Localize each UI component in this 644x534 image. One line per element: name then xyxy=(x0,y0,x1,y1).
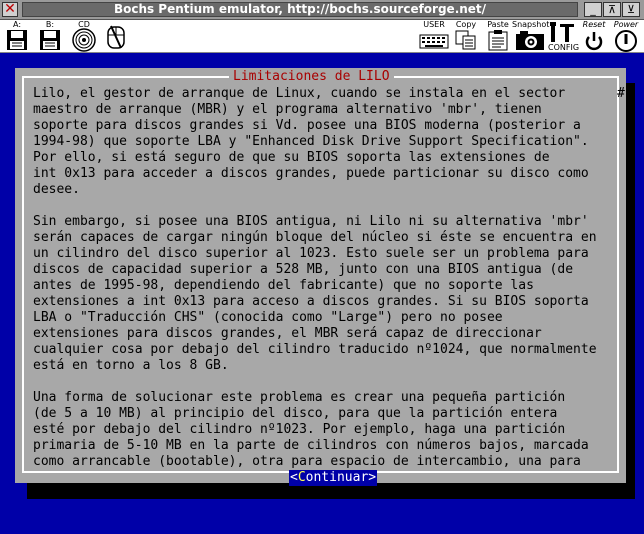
dialog-text-line xyxy=(33,198,605,214)
dialog-text-line: int 0x13 para acceder a discos grandes, … xyxy=(33,166,589,181)
camera-icon xyxy=(516,31,544,50)
copy-icon xyxy=(455,30,476,50)
dialog-text-line: desee. xyxy=(33,182,80,197)
power-button[interactable]: Power xyxy=(610,20,642,53)
keyboard-icon xyxy=(419,34,449,49)
dialog-text-line: Por ello, si está seguro de que su BIOS … xyxy=(33,150,550,165)
dialog-text-line: cualquier cosa por debajo del cilindro t… xyxy=(33,342,597,357)
dialog-text-line: primaria de 5-10 MB en la parte de cilin… xyxy=(33,438,589,453)
mouse-icon xyxy=(107,25,125,49)
dialog-text-line: antes de 1995-98, dependiendo del fabric… xyxy=(33,278,534,293)
config-button[interactable]: CONFIG xyxy=(548,20,579,53)
floppy-b-button[interactable]: B: xyxy=(36,20,64,53)
user-button[interactable]: USER xyxy=(418,20,450,53)
copy-button[interactable]: Copy xyxy=(452,20,480,53)
dialog-text-line: está en torno a los 8 GB. xyxy=(33,358,229,373)
config-icon xyxy=(550,22,574,42)
scroll-marker: # xyxy=(617,86,625,101)
dialog-shadow-right xyxy=(626,83,635,498)
bochs-toolbar: A: B: CD USER Copy Paste Snapshot CONFIG… xyxy=(0,20,644,53)
snapshot-button[interactable]: Snapshot xyxy=(512,20,549,53)
cdrom-icon xyxy=(72,28,96,52)
close-icon[interactable]: ✕ xyxy=(2,2,18,17)
continue-button[interactable]: <Continuar> xyxy=(289,470,378,486)
emulator-screen[interactable]: Limitaciones de LILO Lilo, el gestor de … xyxy=(0,53,644,534)
floppy-a-icon xyxy=(7,30,27,50)
dialog-text-line: Una forma de solucionar este problema es… xyxy=(33,390,566,405)
dialog-text-line: 1994-98) que soporte LBA y "Enhanced Dis… xyxy=(33,134,589,149)
dialog-text-line: (de 5 a 10 MB) al principio del disco, p… xyxy=(33,406,558,421)
dialog-title: Limitaciones de LILO xyxy=(229,69,394,85)
dialog-text: Lilo, el gestor de arranque de Linux, cu… xyxy=(33,86,605,468)
maximize-icon[interactable]: ⊼ xyxy=(603,2,621,17)
dialog-text-line: Sin embargo, si posee una BIOS antigua, … xyxy=(33,214,589,229)
window-titlebar: ✕ Bochs Pentium emulator, http://bochs.s… xyxy=(0,0,644,20)
paste-icon xyxy=(488,30,508,51)
continue-hotkey: C xyxy=(297,470,306,485)
dialog-text-line: discos de capacidad superior a 528 MB, j… xyxy=(33,262,574,277)
cdrom-button[interactable]: CD xyxy=(70,20,98,53)
floppy-b-icon xyxy=(40,30,60,50)
reset-icon xyxy=(585,32,603,51)
dialog-text-line: un cilindro del disco superior al 1023. … xyxy=(33,246,589,261)
dialog-text-line: extensiones a int 0x13 para acceso a dis… xyxy=(33,294,589,309)
dialog-text-line: extensiones para discos grandes, el MBR … xyxy=(33,326,542,341)
dialog-text-line xyxy=(33,374,605,390)
dialog-text-line: Lilo, el gestor de arranque de Linux, cu… xyxy=(33,86,566,101)
reset-button[interactable]: Reset xyxy=(580,20,608,53)
window-title: Bochs Pentium emulator, http://bochs.sou… xyxy=(113,2,487,16)
dialog-text-line: esté por debajo del cilindro nº1023. Por… xyxy=(33,422,566,437)
floppy-a-button[interactable]: A: xyxy=(3,20,31,53)
paste-button[interactable]: Paste xyxy=(484,20,512,53)
dialog-text-line: serán capaces de cargar ningún bloque de… xyxy=(33,230,597,245)
dialog-text-line: soporte para discos grandes si Vd. posee… xyxy=(33,118,581,133)
mouse-button[interactable] xyxy=(102,20,130,53)
dialog-text-line: maestro de arranque (MBR) y el programa … xyxy=(33,102,542,117)
dialog-text-line: LBA o "Traducción CHS" (conocida como "L… xyxy=(33,310,503,325)
power-icon xyxy=(615,30,637,52)
shade-icon[interactable]: ⊻ xyxy=(622,2,640,17)
minimize-icon[interactable]: _ xyxy=(584,2,602,17)
dialog-text-line: como arrancable (bootable), otra para es… xyxy=(33,454,581,468)
